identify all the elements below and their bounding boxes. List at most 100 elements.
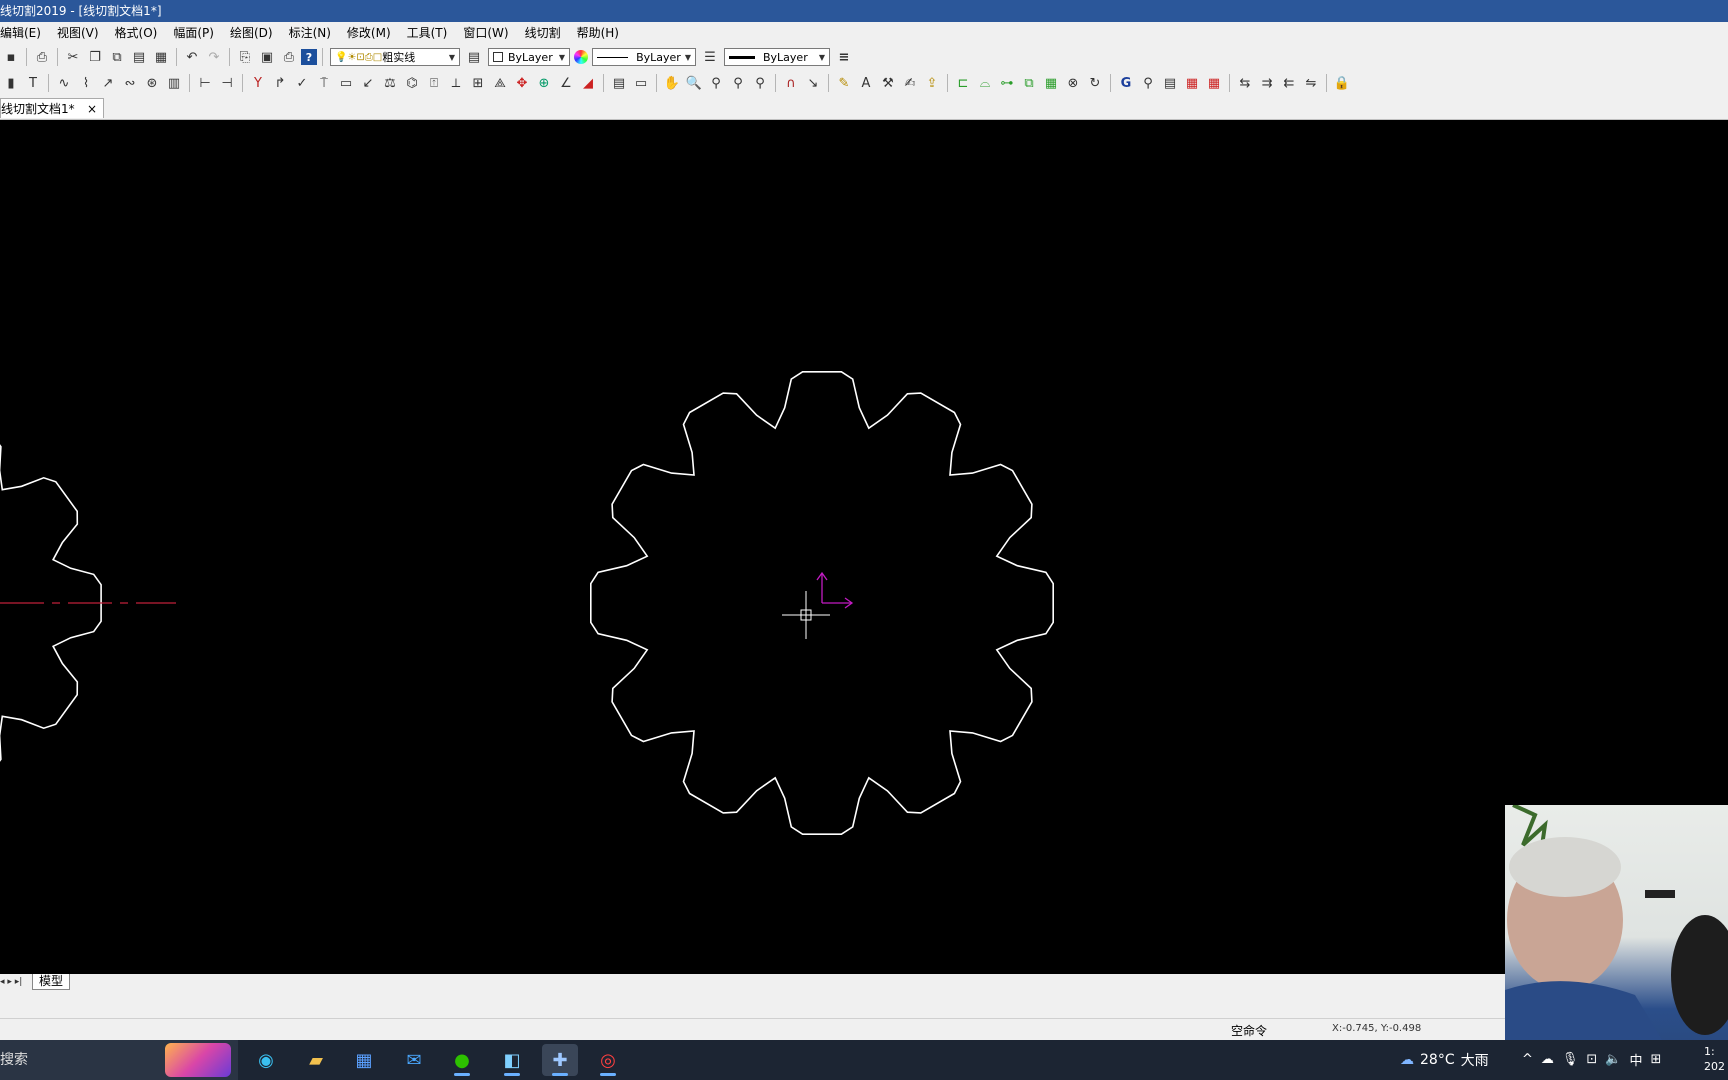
angle-dim-icon[interactable]: Y: [248, 73, 268, 93]
chevron-up-icon[interactable]: ^: [1522, 1052, 1533, 1067]
paste-icon[interactable]: ▤: [129, 47, 149, 67]
brush-icon[interactable]: ⚒: [878, 73, 898, 93]
properties-icon[interactable]: ⎘: [235, 47, 255, 67]
caxa-app-icon[interactable]: ◧: [494, 1044, 530, 1076]
text-edit-icon[interactable]: A: [856, 73, 876, 93]
roughness-icon[interactable]: ⍑: [314, 73, 334, 93]
lineweight-combo[interactable]: ByLayer ▼: [724, 48, 830, 66]
menu-edit[interactable]: 编辑(E): [0, 22, 49, 44]
center-mark-icon[interactable]: ⟁: [490, 73, 510, 93]
wirecut-multi-icon[interactable]: ⧉: [1019, 73, 1039, 93]
wirecut-trace-icon[interactable]: ⌓: [975, 73, 995, 93]
receive-icon[interactable]: ⇇: [1279, 73, 1299, 93]
4b-code-icon[interactable]: ▦: [1204, 73, 1224, 93]
pencil-icon[interactable]: ✎: [834, 73, 854, 93]
keyboard-icon[interactable]: ⊞: [1651, 1052, 1662, 1067]
layer-combo[interactable]: 💡☀⊡⎙□ 粗实线 ▼: [330, 48, 460, 66]
menu-help[interactable]: 帮助(H): [569, 22, 627, 44]
break-line-icon[interactable]: ⌇: [76, 73, 96, 93]
linetype-manager-icon[interactable]: ☰: [700, 47, 720, 67]
wirecut-lead-icon[interactable]: ⊶: [997, 73, 1017, 93]
wirecut-app-icon[interactable]: ✚: [542, 1044, 578, 1076]
linetype-combo[interactable]: ByLayer ▼: [592, 48, 696, 66]
block-icon[interactable]: ▥: [164, 73, 184, 93]
leader-icon[interactable]: ↙: [358, 73, 378, 93]
plot-icon[interactable]: ⎙: [279, 47, 299, 67]
file-explorer-icon[interactable]: ▰: [298, 1044, 334, 1076]
code-view-icon[interactable]: ⚲: [1138, 73, 1158, 93]
export-icon[interactable]: ⇪: [922, 73, 942, 93]
snap-icon[interactable]: ↘: [803, 73, 823, 93]
menu-modify[interactable]: 修改(M): [339, 22, 399, 44]
copy-icon[interactable]: ❐: [85, 47, 105, 67]
print-icon[interactable]: ⎙: [32, 47, 52, 67]
zoom-previous-icon[interactable]: ⚲: [750, 73, 770, 93]
weld-icon[interactable]: ⌬: [402, 73, 422, 93]
reset-icon[interactable]: ↻: [1085, 73, 1105, 93]
layout-nav-arrows[interactable]: ◂ ▸ ▸|: [0, 974, 22, 990]
target-icon[interactable]: ⊕: [534, 73, 554, 93]
menu-format[interactable]: 格式(O): [107, 22, 166, 44]
3b-code-icon[interactable]: ▦: [1182, 73, 1202, 93]
wirecut-path-icon[interactable]: ⊏: [953, 73, 973, 93]
volume-icon[interactable]: 🔈: [1605, 1052, 1621, 1067]
wechat-icon[interactable]: ●: [444, 1044, 480, 1076]
menu-page[interactable]: 幅面(P): [165, 22, 222, 44]
match-properties-icon[interactable]: ▦: [151, 47, 171, 67]
store-icon[interactable]: ▦: [346, 1044, 382, 1076]
menu-dimension[interactable]: 标注(N): [281, 22, 339, 44]
color-wheel-icon[interactable]: [574, 50, 588, 64]
color-combo[interactable]: ByLayer ▼: [488, 48, 570, 66]
edge-icon[interactable]: ◉: [248, 1044, 284, 1076]
chamfer-dim-icon[interactable]: ⊞: [468, 73, 488, 93]
undo-icon[interactable]: ↶: [182, 47, 202, 67]
taper-icon[interactable]: ⟂: [446, 73, 466, 93]
onedrive-icon[interactable]: ☁: [1541, 1052, 1554, 1067]
save-icon[interactable]: ▪: [1, 47, 21, 67]
menu-draw[interactable]: 绘图(D): [222, 22, 281, 44]
zoom-all-icon[interactable]: ⚲: [728, 73, 748, 93]
move-icon[interactable]: ✥: [512, 73, 532, 93]
arrow-icon[interactable]: ↗: [98, 73, 118, 93]
base-dimension-icon[interactable]: ⊣: [217, 73, 237, 93]
reference-icon[interactable]: ⍐: [424, 73, 444, 93]
code-list-icon[interactable]: ▤: [1160, 73, 1180, 93]
layer-manager-icon[interactable]: ▤: [464, 47, 484, 67]
spline-icon[interactable]: ∾: [120, 73, 140, 93]
text-icon[interactable]: T: [23, 73, 43, 93]
lineweight-manager-icon[interactable]: ≡: [834, 47, 854, 67]
weather-widget[interactable]: ☁ 28°C 大雨: [1400, 1050, 1489, 1070]
redo-icon[interactable]: ↷: [204, 47, 224, 67]
cut-icon[interactable]: ✂: [63, 47, 83, 67]
radius-dim-icon[interactable]: ↱: [270, 73, 290, 93]
ime-indicator[interactable]: 中: [1630, 1050, 1643, 1069]
taskbar-search[interactable]: 搜索: [0, 1040, 238, 1080]
measure-icon[interactable]: ▭: [631, 73, 651, 93]
zoom-realtime-icon[interactable]: 🔍: [684, 73, 704, 93]
menu-tools[interactable]: 工具(T): [399, 22, 456, 44]
datum-icon[interactable]: ⚖: [380, 73, 400, 93]
file-transfer-icon[interactable]: ⇋: [1301, 73, 1321, 93]
triangle-icon[interactable]: ◢: [578, 73, 598, 93]
angle-icon[interactable]: ∠: [556, 73, 576, 93]
check-icon[interactable]: ✓: [292, 73, 312, 93]
zoom-window-icon[interactable]: ⚲: [706, 73, 726, 93]
menu-view[interactable]: 视图(V): [49, 22, 107, 44]
menu-wirecut[interactable]: 线切割: [517, 22, 569, 44]
help-icon[interactable]: ?: [301, 49, 317, 65]
lock-icon[interactable]: 🔒: [1332, 73, 1352, 93]
document-tab[interactable]: 线切割文档1* ×: [0, 98, 104, 118]
network-icon[interactable]: ⊡: [1586, 1052, 1597, 1067]
tolerance-icon[interactable]: ▭: [336, 73, 356, 93]
edit-icon[interactable]: ✍: [900, 73, 920, 93]
recorder-icon[interactable]: ◎: [590, 1044, 626, 1076]
pan-icon[interactable]: ✋: [662, 73, 682, 93]
copy-with-base-icon[interactable]: ⧉: [107, 47, 127, 67]
drawing-canvas[interactable]: [0, 120, 1728, 974]
microphone-icon[interactable]: 🎙: [1562, 1052, 1579, 1067]
text-style-icon[interactable]: ▮: [1, 73, 21, 93]
dimension-icon[interactable]: ⊢: [195, 73, 215, 93]
wirecut-code-icon[interactable]: ▦: [1041, 73, 1061, 93]
magnet-icon[interactable]: ∩: [781, 73, 801, 93]
close-icon[interactable]: ×: [87, 99, 97, 119]
